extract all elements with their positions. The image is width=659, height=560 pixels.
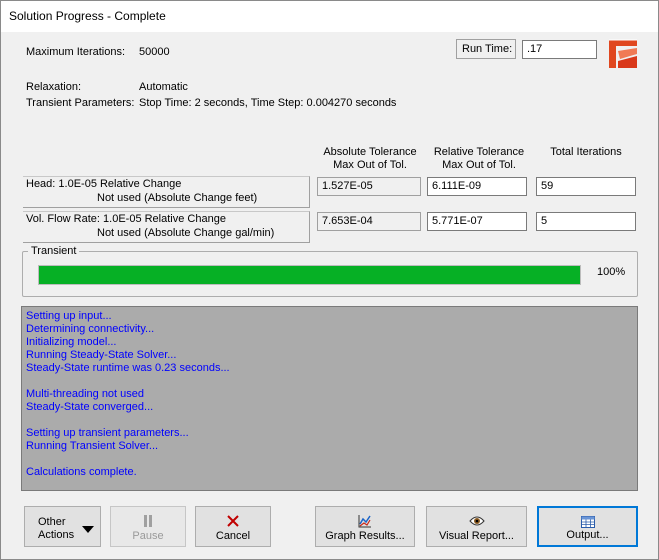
relative-tolerance-field: 5.771E-07: [427, 212, 527, 231]
x-icon: [196, 514, 270, 528]
other-actions-button[interactable]: Other Actions: [24, 506, 101, 547]
log-line: Setting up transient parameters...: [26, 427, 189, 439]
transient-progress-bar: [38, 265, 581, 285]
relative-tolerance-field: 6.111E-09: [427, 177, 527, 196]
eye-icon: [427, 514, 526, 528]
relaxation-value: Automatic: [139, 81, 188, 93]
table-icon: [539, 515, 636, 529]
absolute-tolerance-field: 7.653E-04: [317, 212, 421, 231]
log-line: Steady-State runtime was 0.23 seconds...: [26, 362, 230, 374]
run-time-label-box: Run Time:: [456, 39, 516, 59]
pause-label: Pause: [132, 530, 164, 542]
log-line: Multi-threading not used: [26, 388, 145, 400]
row-label-secondary: Not used (Absolute Change feet): [97, 192, 258, 204]
max-iterations-label: Maximum Iterations:: [26, 46, 126, 58]
log-line: Steady-State converged...: [26, 401, 154, 413]
graph-icon: [316, 514, 414, 528]
visual-report-button[interactable]: Visual Report...: [426, 506, 527, 547]
log-line: Running Transient Solver...: [26, 440, 159, 452]
column-header-iterations: Total Iterations: [550, 146, 622, 158]
row-label-primary: Vol. Flow Rate: 1.0E-05 Relative Change: [26, 213, 226, 225]
total-iterations-field: 59: [536, 177, 636, 196]
absolute-tolerance-field: 1.527E-05: [317, 177, 421, 196]
pause-icon: [111, 514, 185, 528]
graph-results-button[interactable]: Graph Results...: [315, 506, 415, 547]
graph-results-label: Graph Results...: [325, 530, 405, 542]
transient-parameters-value: Stop Time: 2 seconds, Time Step: 0.00427…: [139, 97, 397, 109]
log-line: Setting up input...: [26, 310, 112, 322]
run-time-value: .17: [522, 40, 597, 59]
column-header-absolute: Absolute Tolerance Max Out of Tol.: [323, 146, 417, 171]
cancel-button[interactable]: Cancel: [195, 506, 271, 547]
column-header-relative: Relative Tolerance Max Out of Tol.: [433, 146, 525, 171]
tolerance-row-head: Head: 1.0E-05 Relative Change Not used (…: [23, 176, 310, 208]
visual-report-label: Visual Report...: [438, 530, 514, 542]
status-log[interactable]: Setting up input... Determining connectiv…: [21, 306, 638, 491]
dropdown-arrow-icon: [82, 524, 94, 536]
run-time-chart-icon: [606, 37, 640, 71]
progress-fill: [39, 266, 580, 284]
window-title: Solution Progress - Complete: [9, 9, 166, 23]
transient-group-label: Transient: [28, 245, 80, 257]
row-label-primary: Head: 1.0E-05 Relative Change: [26, 178, 182, 190]
output-button[interactable]: Output...: [537, 506, 638, 547]
log-line: Running Steady-State Solver...: [26, 349, 177, 361]
max-iterations-value: 50000: [139, 46, 170, 58]
log-line: Initializing model...: [26, 336, 117, 348]
relaxation-label: Relaxation:: [26, 81, 82, 93]
other-actions-label-2: Actions: [38, 529, 75, 541]
log-line: Calculations complete.: [26, 466, 137, 478]
transient-parameters-label: Transient Parameters:: [26, 97, 135, 109]
log-line: Determining connectivity...: [26, 323, 155, 335]
tolerance-row-flow: Vol. Flow Rate: 1.0E-05 Relative Change …: [23, 211, 310, 243]
row-label-secondary: Not used (Absolute Change gal/min): [97, 227, 275, 239]
total-iterations-field: 5: [536, 212, 636, 231]
output-label: Output...: [566, 529, 609, 541]
other-actions-label-1: Other: [38, 516, 66, 528]
run-time-label: Run Time:: [462, 43, 513, 55]
title-bar: Solution Progress - Complete: [1, 1, 658, 32]
solution-progress-window: Solution Progress - Complete Maximum Ite…: [0, 0, 659, 560]
pause-button[interactable]: Pause: [110, 506, 186, 547]
progress-percent: 100%: [597, 266, 626, 278]
cancel-label: Cancel: [215, 530, 251, 542]
